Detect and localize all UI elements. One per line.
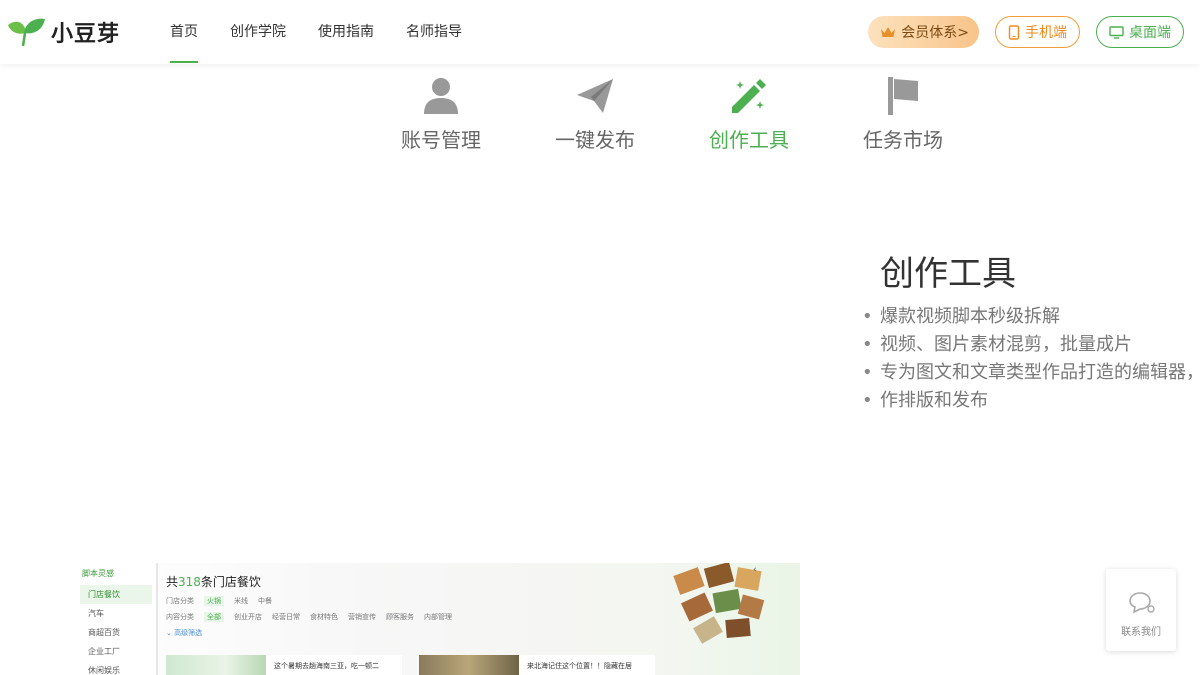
tab-label: 账号管理 [401,128,481,152]
detail-point: 爆款视频脚本秒级拆解 [862,303,1200,331]
contact-us-widget[interactable]: 联系我们 [1106,569,1176,651]
filter-option: 经营日常 [272,613,300,621]
detail-points: 爆款视频脚本秒级拆解 视频、图片素材混剪，批量成片 专为图文和文章类型作品打造的… [862,303,1200,415]
preview-filter-row: 门店分类 火锅 米线 中餐 [166,596,678,606]
advanced-filter-label: 高级筛选 [174,629,203,637]
crown-icon [881,27,896,37]
filter-label: 内容分类 [166,613,194,621]
brand-name: 小豆芽 [51,22,121,47]
top-navigation-bar: 小豆芽 首页 创作学院 使用指南 名师指导 会员体系> 手机端 桌面端 [0,0,1200,64]
mobile-button-label: 手机端 [1025,25,1067,41]
detail-point-continued: 作排版和发布 [862,387,1200,415]
filter-option: 全部 [204,612,224,622]
paper-plane-icon [577,79,613,113]
logo[interactable]: 小豆芽 [5,15,120,49]
count-suffix: 条门店餐饮 [200,575,261,589]
detail-point: 视频、图片素材混剪，批量成片 [862,331,1200,359]
filter-option: 米线 [234,597,248,605]
contact-us-label: 联系我们 [1121,627,1161,638]
filter-option: 内部管理 [424,613,452,621]
preview-sidebar-item: 休闲娱乐 [88,666,120,675]
main-nav: 首页 创作学院 使用指南 名师指导 [170,0,494,64]
tab-label: 任务市场 [863,128,943,152]
tab-creation-tools[interactable]: 创作工具 [672,76,826,153]
preview-sidebar-item: 汽车 [88,609,104,618]
vip-button-label: 会员体系> [901,25,969,41]
nav-item-academy[interactable]: 创作学院 [230,0,286,64]
filter-option: 火锅 [204,596,224,606]
preview-sidebar: 脚本灵感 门店餐饮 汽车 商超百货 企业工厂 休闲娱乐 [78,563,158,675]
food-collage-image [673,563,765,644]
tab-label: 创作工具 [709,128,789,152]
filter-option: 创业开店 [234,613,262,621]
header-actions: 会员体系> 手机端 桌面端 [868,16,1184,48]
preview-filter-row: 内容分类 全部 创业开店 经营日常 食材特色 营销宣传 顾客服务 内部管理 [166,612,678,622]
pencil-sparkle-icon [732,79,766,113]
preview-sidebar-title: 脚本灵感 [82,569,114,578]
user-icon [424,78,458,114]
tab-account-management[interactable]: 账号管理 [364,76,518,153]
preview-count: 共318条门店餐饮 [166,573,678,590]
sprout-leaf-icon [8,18,45,47]
detail-point: 专为图文和文章类型作品打造的编辑器， [862,359,1200,387]
filter-option: 营销宣传 [348,613,376,621]
desktop-button[interactable]: 桌面端 [1096,16,1184,48]
preview-card-thumbnail [419,655,519,675]
preview-card-text: 这个暑期去趟海南三亚，吃一顿二 [274,662,379,670]
preview-sidebar-item: 企业工厂 [88,647,120,656]
phone-icon [1008,24,1020,40]
tab-one-click-publish[interactable]: 一键发布 [518,76,672,153]
preview-card: 来北海记住这个位置！！隐藏在居 [419,655,655,675]
count-number: 318 [178,575,201,589]
desktop-button-label: 桌面端 [1129,25,1171,41]
filter-option: 顾客服务 [386,613,414,621]
product-preview: 脚本灵感 门店餐饮 汽车 商超百货 企业工厂 休闲娱乐 共318条门店餐饮 门店… [78,563,800,675]
preview-main: 共318条门店餐饮 门店分类 火锅 米线 中餐 内容分类 全部 创业开店 经营日… [166,563,765,675]
count-prefix: 共 [166,575,179,589]
preview-sidebar-item: 门店餐饮 [80,585,152,604]
nav-item-mentors[interactable]: 名师指导 [406,0,462,64]
flag-icon [888,77,918,115]
chevron-left-icon: ‹ [753,565,757,575]
preview-card-text: 来北海记住这个位置！！隐藏在居 [527,662,632,670]
preview-card-thumbnail [166,655,266,675]
chat-bubble-icon [1129,592,1155,614]
filter-option: 中餐 [258,597,272,605]
filter-label: 门店分类 [166,597,194,605]
feature-detail: 创作工具 爆款视频脚本秒级拆解 视频、图片素材混剪，批量成片 专为图文和文章类型… [862,246,1200,415]
tab-label: 一键发布 [555,128,635,152]
mobile-button[interactable]: 手机端 [995,16,1080,48]
preview-card: 这个暑期去趟海南三亚，吃一顿二 [166,655,402,675]
vip-button[interactable]: 会员体系> [868,16,979,48]
monitor-icon [1109,25,1124,39]
filter-option: 食材特色 [310,613,338,621]
preview-sidebar-item: 商超百货 [88,628,120,637]
tab-task-market[interactable]: 任务市场 [826,76,980,153]
feature-tabs: 账号管理 一键发布 创作工具 任务市场 [364,76,980,153]
preview-advanced-filter: ⌄ 高级筛选 [166,629,203,637]
nav-item-guide[interactable]: 使用指南 [318,0,374,64]
nav-item-home[interactable]: 首页 [170,0,198,64]
detail-title: 创作工具 [880,254,1016,294]
